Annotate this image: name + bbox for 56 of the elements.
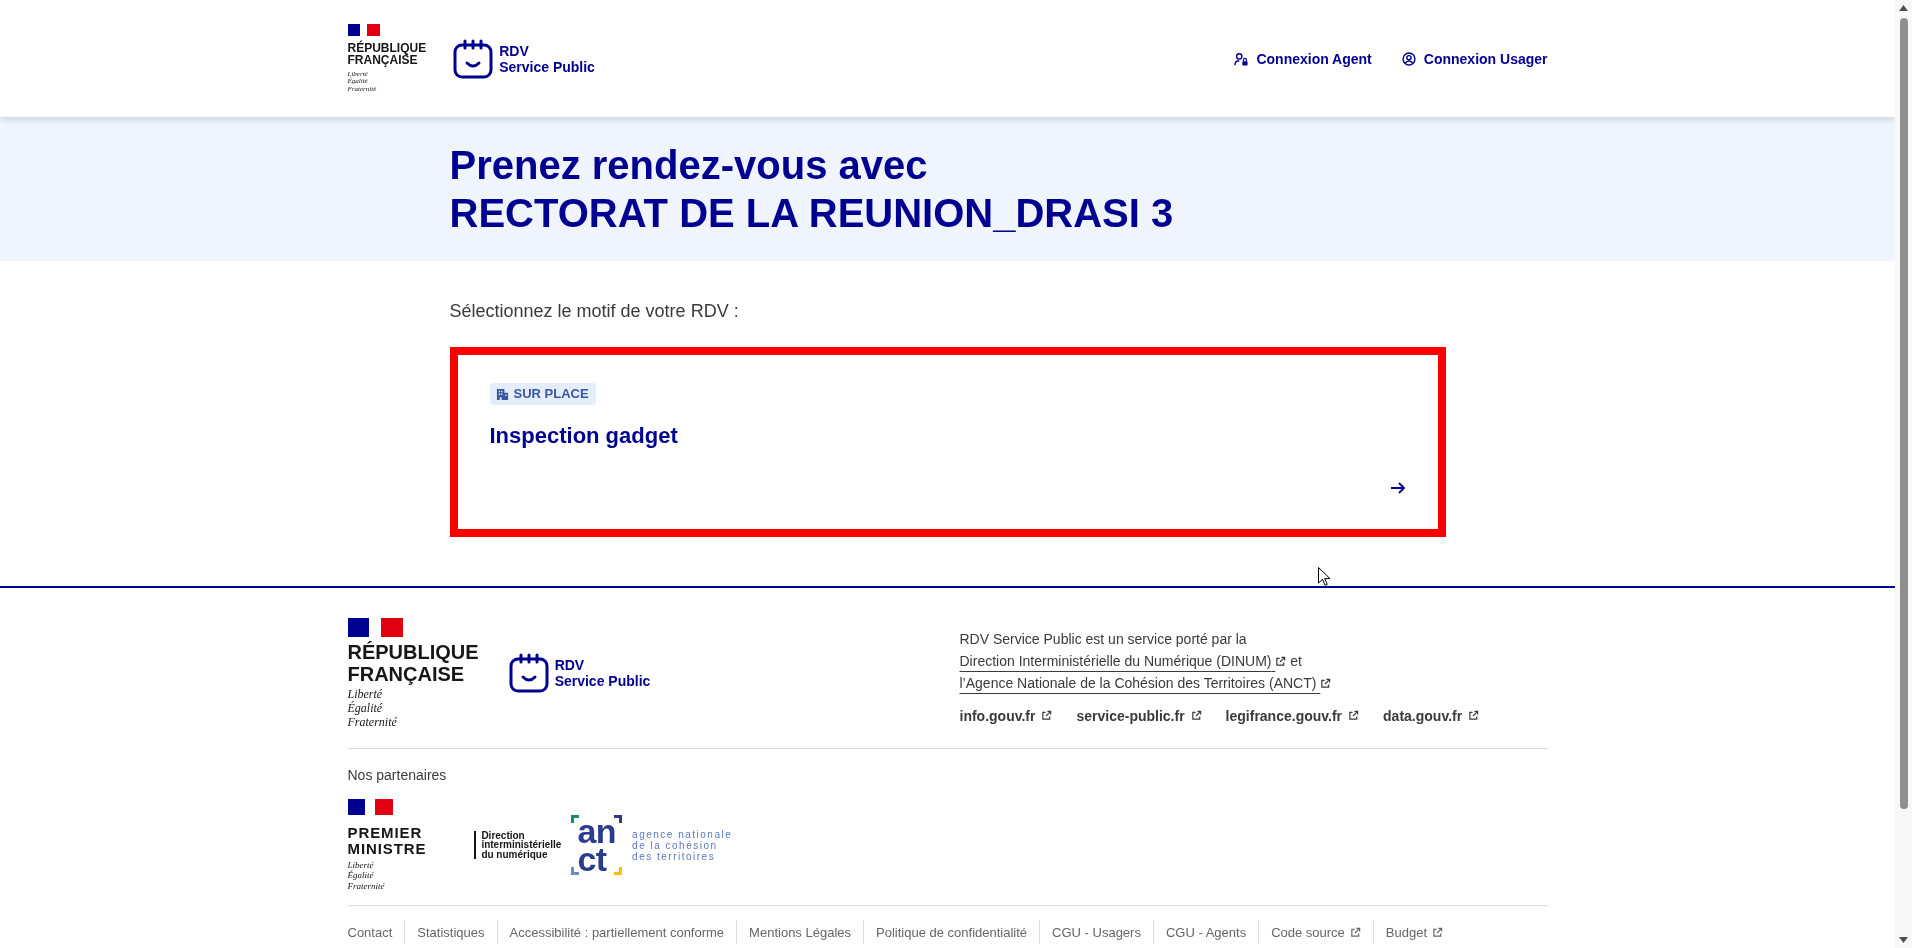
footer-link[interactable]: CGU - Usagers bbox=[1052, 924, 1141, 941]
footer-link[interactable]: Code source bbox=[1271, 924, 1361, 941]
arrow-right-icon bbox=[1389, 479, 1406, 496]
external-link-icon bbox=[1348, 710, 1360, 721]
scrollbar-thumb[interactable] bbox=[1899, 18, 1908, 809]
service-description: RDV Service Public est un service porté par la Direction Interministérielle du Numérique (DINUM) et l’Agence Nationale de la Cohésion des Territoires (ANCT) bbox=[959, 627, 1548, 694]
external-link-icon bbox=[1041, 710, 1053, 721]
dinum-logo: Direction interministérielle du numérique bbox=[474, 830, 562, 860]
agency-name: agence nationale de la cohésion des territoires bbox=[632, 828, 733, 862]
scroll-up-icon[interactable] bbox=[1899, 5, 1908, 11]
flag-logo-icon bbox=[347, 798, 393, 815]
prompt-text: Sélectionnez le motif de votre RDV : bbox=[449, 300, 740, 323]
site-link[interactable]: service-public.fr bbox=[1076, 705, 1202, 726]
site-link[interactable]: legifrance.gouv.fr bbox=[1225, 705, 1360, 726]
site-link[interactable]: data.gouv.fr bbox=[1383, 705, 1480, 726]
building-icon bbox=[495, 387, 509, 401]
footer-link[interactable]: CGU - Agents bbox=[1165, 924, 1247, 941]
service-name: RDV Service Public bbox=[554, 657, 651, 689]
external-link-icon bbox=[1320, 678, 1332, 690]
location-type: SUR PLACE bbox=[513, 385, 589, 403]
flag-logo-icon bbox=[347, 23, 380, 36]
agent-login-link[interactable]: Connexion Agent bbox=[1234, 48, 1372, 69]
footer-link[interactable]: Politique de confidentialité bbox=[876, 924, 1028, 941]
footer-link[interactable]: Statistiques bbox=[417, 924, 485, 941]
motif-title: Inspection gadget bbox=[489, 421, 679, 450]
organisation-link[interactable]: Direction Interministérielle du Numérique (DINUM) bbox=[959, 652, 1287, 669]
user-circle-icon bbox=[1401, 51, 1416, 66]
user-lock-icon bbox=[1234, 51, 1249, 66]
scrollbar[interactable] bbox=[1895, 0, 1912, 948]
motif-card[interactable]: SUR PLACE Inspection gadget bbox=[449, 347, 1446, 537]
external-link-icon bbox=[1468, 710, 1480, 721]
footer-link[interactable]: Mentions Légales bbox=[749, 924, 851, 941]
country-name: RÉPUBLIQUE FRANÇAISE bbox=[347, 41, 427, 66]
motto-text: Liberté Égalité Fraternité bbox=[347, 859, 386, 892]
flag-logo-icon bbox=[347, 617, 403, 637]
mouse-pointer-icon bbox=[1318, 567, 1330, 586]
partners-heading: Nos partenaires bbox=[347, 765, 448, 785]
external-link-icon bbox=[1190, 710, 1202, 721]
external-link-icon bbox=[1349, 927, 1361, 938]
country-name: RÉPUBLIQUE FRANÇAISE bbox=[347, 640, 479, 685]
ministry-name: PREMIER MINISTRE bbox=[347, 824, 427, 857]
footer-link[interactable]: Budget bbox=[1385, 924, 1444, 941]
page-title: Prenez rendez-vous avec RECTORAT DE LA REUNION_DRASI 3 bbox=[449, 142, 1175, 237]
service-name: RDV Service Public bbox=[499, 42, 595, 75]
scroll-down-icon[interactable] bbox=[1899, 937, 1908, 943]
calendar-logo-icon bbox=[508, 653, 549, 693]
user-login-link[interactable]: Connexion Usager bbox=[1401, 48, 1548, 69]
footer-link[interactable]: Contact bbox=[347, 924, 393, 941]
organisation-link[interactable]: l’Agence Nationale de la Cohésion des Territoires (ANCT) bbox=[959, 674, 1332, 691]
anct-monogram: an ct bbox=[571, 815, 623, 875]
calendar-logo-icon bbox=[453, 38, 494, 79]
external-link-icon bbox=[1432, 927, 1444, 938]
footer-link[interactable]: Accessibilité : partiellement conforme bbox=[509, 924, 725, 941]
external-link-icon bbox=[1275, 656, 1287, 668]
site-link[interactable]: info.gouv.fr bbox=[959, 705, 1053, 726]
motto-text: Liberté Égalité Fraternité bbox=[347, 686, 398, 729]
